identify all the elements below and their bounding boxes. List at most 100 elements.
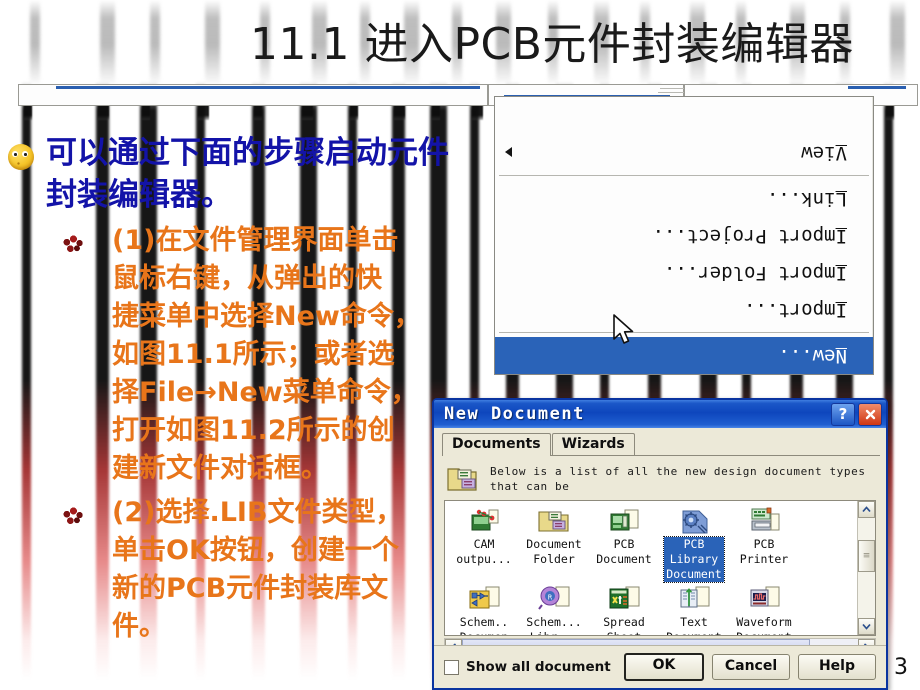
document-type-item[interactable]: PCB Library Document [659, 506, 729, 583]
dialog-tabs: Documents Wizards [442, 433, 880, 456]
help-footer-button[interactable]: Help [798, 654, 876, 680]
smiley-face-bullet-icon [8, 144, 34, 170]
document-type-label: Spread Sheet [603, 615, 645, 635]
bullet-level1-text: 可以通过下面的步骤启动元件封装编辑器。 [46, 135, 449, 213]
bullet-line: 打开如图11.2所示的创 [112, 415, 395, 446]
document-type-grid[interactable]: CAM outpu... Document Folder PCB Document P… [445, 501, 857, 635]
chevron-down-icon [862, 623, 871, 630]
document-type-item[interactable]: Document Folder [519, 506, 589, 582]
document-type-item[interactable]: Waveform Document [729, 584, 799, 635]
cancel-button[interactable]: Cancel [712, 654, 790, 680]
scroll-down-button[interactable] [858, 618, 875, 635]
pcb-document-icon [607, 506, 641, 536]
bullet-line: 如图11.1所示；或者选 [112, 339, 395, 370]
background-streak-stub [432, 104, 440, 120]
background-streak-top [100, 0, 115, 88]
background-streak-stub [472, 104, 483, 120]
menu-item-label: Import Folder... [663, 262, 847, 284]
dialog-hint-text: Below is a list of all the new design do… [490, 465, 866, 493]
bullet-level2-item2: (2)选择.LIB文件类型， 单击OK按钮，创建一个 新的PCB元件封装库文 件… [0, 494, 452, 646]
dialog-title: New Document [444, 404, 585, 424]
question-mark-icon: ? [838, 405, 848, 423]
tab-wizards[interactable]: Wizards [551, 433, 635, 455]
folder-documents-icon [446, 464, 480, 494]
bullet-line: 鼠标右键，从弹出的快 [112, 263, 382, 294]
document-type-label: PCB Printer [739, 537, 789, 566]
schematic-library-icon: R [537, 584, 571, 614]
show-all-document-kinds-checkbox[interactable]: Show all document ki [444, 659, 616, 675]
slide-body: 可以通过下面的步骤启动元件封装编辑器。 (1)在文件管理界面单击 鼠标右键，从弹… [0, 132, 452, 646]
background-streak-stub [98, 104, 109, 120]
menu-item-link[interactable]: Link... [495, 180, 873, 217]
document-folder-icon [537, 506, 571, 536]
dialog-body: Documents Wizards Below is a list of all… [434, 428, 886, 657]
background-streak-stub [394, 104, 405, 120]
background-streak-top [150, 0, 160, 88]
ok-button[interactable]: OK [624, 653, 704, 681]
scroll-track[interactable]: ≡ [858, 518, 875, 618]
document-type-label: CAM outpu... [456, 537, 512, 566]
background-streak-stub [350, 104, 358, 120]
menu-item-label: New... [778, 345, 847, 367]
context-menu[interactable]: New... Import... Import Folder... Import Pr… [494, 96, 874, 375]
menu-item-label: View [801, 142, 847, 164]
dialog-hint: Below is a list of all the new design do… [440, 456, 880, 500]
schematic-document-icon [467, 584, 501, 614]
bullet-line: 择File→New菜单命令， [112, 377, 418, 408]
background-streak-stub [142, 104, 150, 120]
bullet-line: 建新文件对话框。 [112, 453, 328, 484]
bullet-line: 件。 [112, 611, 166, 642]
document-type-item[interactable]: PCB Printer [729, 506, 799, 582]
background-streak-stub [24, 104, 32, 120]
background-streak-top [30, 0, 40, 88]
menu-item-view[interactable]: View [495, 134, 873, 171]
help-button[interactable]: ? [831, 402, 855, 426]
bullet-line: (1)在文件管理界面单击 [112, 225, 399, 256]
bullet-line: (2)选择.LIB文件类型， [112, 497, 403, 528]
document-type-label: Document Folder [526, 537, 582, 566]
page-title: 11.1 进入PCB元件封装编辑器 [250, 19, 854, 70]
document-type-item[interactable]: PCB Document [589, 506, 659, 582]
bullet-level1: 可以通过下面的步骤启动元件封装编辑器。 [0, 132, 452, 216]
document-type-label: Schem... Libr... [526, 615, 582, 635]
bullet-line: 单击OK按钮，创建一个 [112, 535, 399, 566]
menu-item-label: Link... [766, 188, 847, 210]
menu-item-import-project[interactable]: Import Project... [495, 217, 873, 254]
document-type-item[interactable]: RSchem... Libr... [519, 584, 589, 635]
bullet-line: 捷菜单中选择New命令， [112, 301, 421, 332]
checkbox-box[interactable] [444, 659, 459, 675]
presentation-slide: 11.1 进入PCB元件封装编辑器 可以通过下面的步骤启动元件封装编辑器。 (1… [0, 0, 920, 690]
vertical-scrollbar[interactable]: ≡ [857, 501, 875, 635]
new-document-dialog: New Document ? Documents Wizards Below i… [432, 398, 888, 690]
document-type-label: Schem.. Documen [459, 615, 509, 635]
submenu-arrow-icon [505, 147, 512, 158]
pcb-printer-icon [747, 506, 781, 536]
menu-item-label: Import... [744, 299, 847, 321]
slide-page-number: 3 [894, 655, 908, 680]
scroll-up-button[interactable] [858, 501, 875, 518]
scroll-thumb[interactable]: ≡ [858, 540, 875, 572]
close-button[interactable] [858, 402, 882, 426]
menu-item-new[interactable]: New... [495, 337, 873, 374]
tab-documents[interactable]: Documents [442, 433, 551, 456]
document-type-label: PCB Library Document [663, 536, 725, 583]
background-streak-top [205, 0, 220, 88]
menu-separator [499, 332, 869, 333]
menu-item-import-folder[interactable]: Import Folder... [495, 254, 873, 291]
document-type-item[interactable]: Schem.. Documen [449, 584, 519, 635]
mouse-cursor-icon [612, 313, 638, 352]
document-type-item[interactable]: CAM outpu... [449, 506, 519, 582]
document-type-label: Waveform Document [736, 615, 792, 635]
close-icon [865, 409, 875, 419]
floral-bullet-icon [62, 235, 84, 253]
dialog-footer: Show all document ki OK Cancel Help [434, 645, 886, 688]
bullet-line: 新的PCB元件封装库文 [112, 573, 389, 604]
document-type-list[interactable]: CAM outpu... Document Folder PCB Document P… [444, 500, 876, 636]
document-type-label: Text Document [666, 615, 721, 635]
menu-item-import[interactable]: Import... [495, 291, 873, 328]
document-type-label: PCB Document [596, 537, 652, 566]
document-type-item[interactable]: Text Document [659, 584, 729, 635]
background-streak-stub [254, 104, 262, 120]
dialog-titlebar[interactable]: New Document ? [434, 400, 886, 428]
document-type-item[interactable]: Spread Sheet [589, 584, 659, 635]
